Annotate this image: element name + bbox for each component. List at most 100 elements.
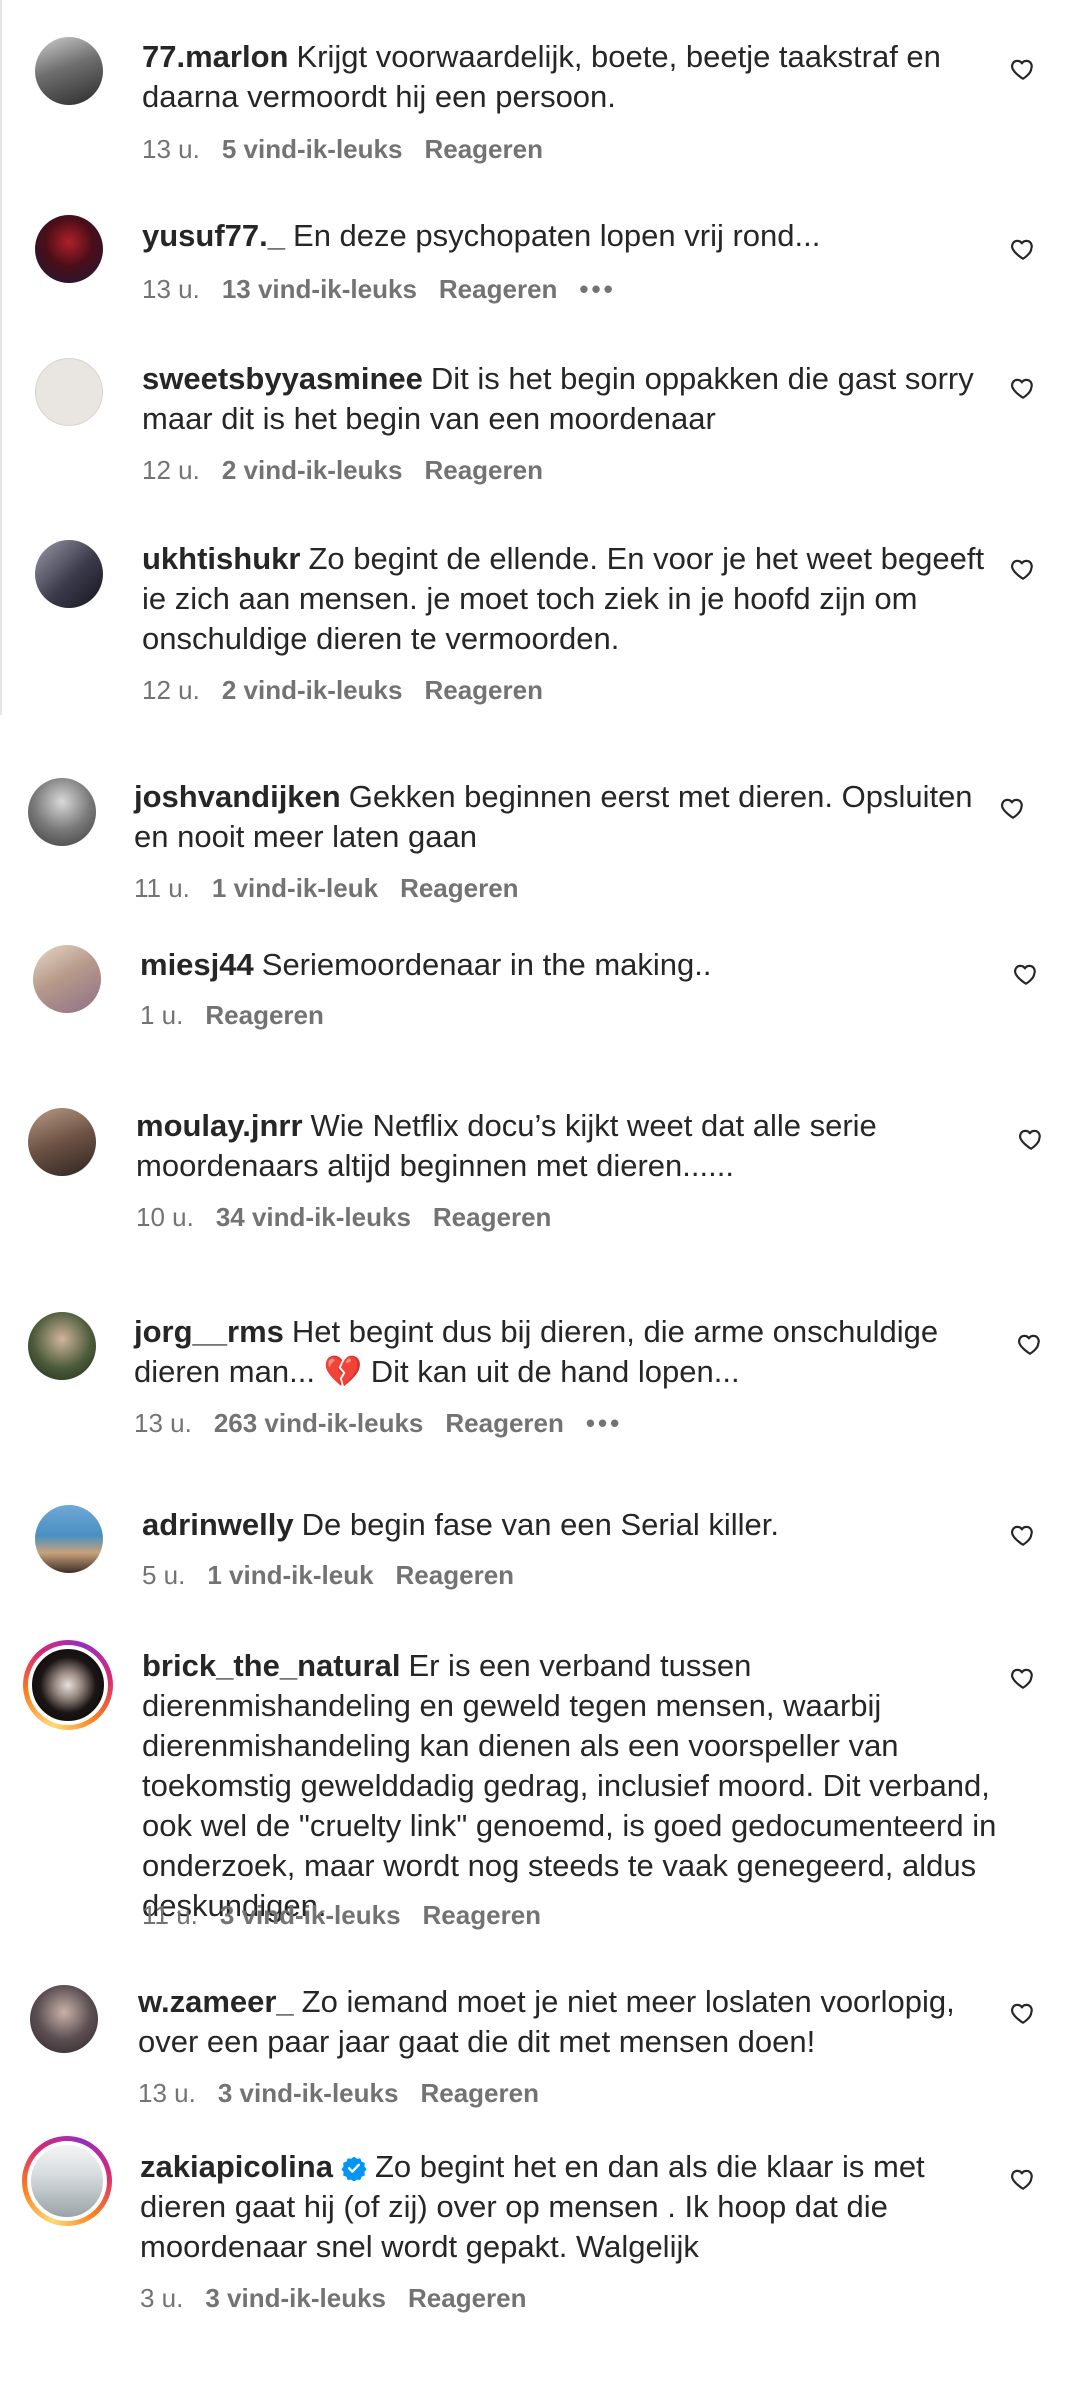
comment-likes[interactable]: 263 vind-ik-leuks xyxy=(214,1408,424,1438)
comment-meta: 13 u. 13 vind-ik-leuks Reageren ••• xyxy=(142,274,638,305)
reply-button[interactable]: Reageren xyxy=(400,873,519,903)
avatar[interactable] xyxy=(35,37,103,105)
like-heart-icon[interactable] xyxy=(1013,961,1039,987)
comment-username[interactable]: yusuf77._ xyxy=(142,218,285,253)
comment-username[interactable]: w.zameer_ xyxy=(138,1984,294,2019)
avatar[interactable] xyxy=(28,1312,96,1380)
comment-likes[interactable]: 2 vind-ik-leuks xyxy=(222,455,403,485)
comment-body: w.zameer_ Zo iemand moet je niet meer los… xyxy=(138,1982,998,2062)
like-heart-icon[interactable] xyxy=(1010,2000,1036,2026)
more-options-icon[interactable]: ••• xyxy=(586,1408,622,1438)
reply-button[interactable]: Reageren xyxy=(424,675,543,705)
comment-likes[interactable]: 1 vind-ik-leuk xyxy=(207,1560,373,1590)
comment-time: 3 u. xyxy=(140,2283,184,2313)
comment-likes[interactable]: 2 vind-ik-leuks xyxy=(222,675,403,705)
like-heart-icon[interactable] xyxy=(1010,2166,1036,2192)
avatar[interactable] xyxy=(35,1505,103,1573)
comment-time: 11 u. xyxy=(142,1900,198,1930)
like-heart-icon[interactable] xyxy=(1017,1331,1043,1357)
comment-likes[interactable]: 3 vind-ik-leuks xyxy=(205,2283,386,2313)
comment-body: sweetsbyyasminee Dit is het begin oppakke… xyxy=(142,359,1002,439)
comment-likes[interactable]: 5 vind-ik-leuks xyxy=(222,134,403,164)
comment-text: Er is een verband tussen dierenmishandel… xyxy=(142,1648,997,1923)
like-heart-icon[interactable] xyxy=(1010,556,1036,582)
reply-button[interactable]: Reageren xyxy=(408,2283,527,2313)
like-heart-icon[interactable] xyxy=(1000,795,1026,821)
comment-body: moulay.jnrr Wie Netflix docu’s kijkt weet… xyxy=(136,1106,996,1186)
comment-text: En deze psychopaten lopen vrij rond... xyxy=(293,218,821,253)
comment-likes[interactable]: 3 vind-ik-leuks xyxy=(220,1900,401,1930)
like-heart-icon[interactable] xyxy=(1010,1522,1036,1548)
comment-username[interactable]: joshvandijken xyxy=(134,779,341,814)
comment-body: zakiapicolina Zo begint het en dan als di… xyxy=(140,2147,1000,2267)
comment-body: yusuf77._ En deze psychopaten lopen vrij … xyxy=(142,216,1002,256)
comment-time: 1 u. xyxy=(140,1000,184,1030)
like-heart-icon[interactable] xyxy=(1018,1126,1044,1152)
like-heart-icon[interactable] xyxy=(1010,375,1036,401)
like-heart-icon[interactable] xyxy=(1010,56,1036,82)
reply-button[interactable]: Reageren xyxy=(439,274,558,304)
comment-body: ukhtishukr Zo begint de ellende. En voor … xyxy=(142,539,1002,659)
comment-username[interactable]: zakiapicolina xyxy=(140,2149,333,2184)
comment-likes[interactable]: 3 vind-ik-leuks xyxy=(218,2078,399,2108)
like-heart-icon[interactable] xyxy=(1010,236,1036,262)
comment-time: 12 u. xyxy=(142,675,200,705)
like-heart-icon[interactable] xyxy=(1010,1665,1036,1691)
comment-username[interactable]: miesj44 xyxy=(140,947,254,982)
thread-line xyxy=(0,0,2,715)
comment-meta: 3 u. 3 vind-ik-leuks Reageren xyxy=(140,2283,549,2314)
comment-time: 13 u. xyxy=(142,134,200,164)
comment-time: 13 u. xyxy=(142,274,200,304)
comment-time: 10 u. xyxy=(136,1202,194,1232)
reply-button[interactable]: Reageren xyxy=(423,1900,542,1930)
comment-meta: 5 u. 1 vind-ik-leuk Reageren xyxy=(142,1560,536,1591)
comment-username[interactable]: ukhtishukr xyxy=(142,541,300,576)
comment-meta: 11 u. 1 vind-ik-leuk Reageren xyxy=(134,873,541,904)
comment-meta: 12 u. 2 vind-ik-leuks Reageren xyxy=(142,675,565,706)
avatar[interactable] xyxy=(35,358,103,426)
comment-username[interactable]: 77.marlon xyxy=(142,39,288,74)
avatar[interactable] xyxy=(35,540,103,608)
reply-button[interactable]: Reageren xyxy=(420,2078,539,2108)
more-options-icon[interactable]: ••• xyxy=(579,274,615,304)
avatar[interactable] xyxy=(35,215,103,283)
comment-time: 13 u. xyxy=(134,1408,192,1438)
verified-badge-icon xyxy=(341,2156,367,2181)
comment-meta: 13 u. 3 vind-ik-leuks Reageren xyxy=(138,2078,561,2109)
comment-meta: 11 u. 3 vind-ik-leuks Reageren xyxy=(142,1900,563,1931)
comment-username[interactable]: adrinwelly xyxy=(142,1507,294,1542)
comment-likes[interactable]: 1 vind-ik-leuk xyxy=(212,873,378,903)
reply-button[interactable]: Reageren xyxy=(205,1000,324,1030)
comment-meta: 10 u. 34 vind-ik-leuks Reageren xyxy=(136,1202,573,1233)
reply-button[interactable]: Reageren xyxy=(424,134,543,164)
reply-button[interactable]: Reageren xyxy=(445,1408,564,1438)
avatar[interactable] xyxy=(28,778,96,846)
reply-button[interactable]: Reageren xyxy=(424,455,543,485)
comment-body: adrinwelly De begin fase van een Serial k… xyxy=(142,1505,1002,1545)
comment-time: 11 u. xyxy=(134,873,190,903)
avatar xyxy=(27,2141,107,2221)
comment-body: miesj44 Seriemoordenaar in the making.. xyxy=(140,945,1000,985)
reply-button[interactable]: Reageren xyxy=(396,1560,515,1590)
comment-username[interactable]: brick_the_natural xyxy=(142,1648,400,1683)
avatar xyxy=(28,1645,108,1725)
avatar[interactable] xyxy=(30,1985,98,2053)
comment-username[interactable]: sweetsbyyasminee xyxy=(142,361,423,396)
comment-meta: 1 u. Reageren xyxy=(140,1000,346,1031)
avatar[interactable] xyxy=(33,945,101,1013)
comment-text: Seriemoordenaar in the making.. xyxy=(261,947,712,982)
comment-meta: 13 u. 5 vind-ik-leuks Reageren xyxy=(142,134,565,165)
comment-time: 5 u. xyxy=(142,1560,186,1590)
comment-meta: 12 u. 2 vind-ik-leuks Reageren xyxy=(142,455,565,486)
comment-body: brick_the_natural Er is een verband tusse… xyxy=(142,1646,1002,1926)
comment-body: jorg__rms Het begint dus bij dieren, die … xyxy=(134,1312,994,1392)
avatar-story-ring[interactable] xyxy=(22,2136,112,2226)
comment-likes[interactable]: 13 vind-ik-leuks xyxy=(222,274,417,304)
comment-username[interactable]: moulay.jnrr xyxy=(136,1108,303,1143)
comment-likes[interactable]: 34 vind-ik-leuks xyxy=(216,1202,411,1232)
avatar-story-ring[interactable] xyxy=(23,1640,113,1730)
avatar[interactable] xyxy=(28,1108,96,1176)
comment-username[interactable]: jorg__rms xyxy=(134,1314,284,1349)
reply-button[interactable]: Reageren xyxy=(433,1202,552,1232)
comment-time: 13 u. xyxy=(138,2078,196,2108)
